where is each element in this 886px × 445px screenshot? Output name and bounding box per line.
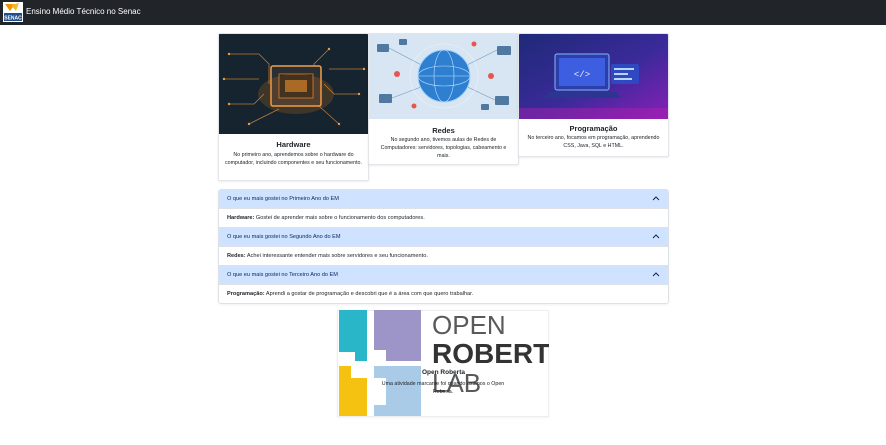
card-hardware: Hardware No primeiro ano, aprendemos sob… <box>218 33 369 181</box>
svg-text:</>: </> <box>574 70 590 80</box>
svg-text:ROBERT: ROBERT <box>432 338 549 369</box>
accordion-header-terceiro-ano[interactable]: O que eu mais gostei no Terceiro Ano do … <box>219 266 668 284</box>
accordion-body: Programação: Aprendi a gostar de program… <box>219 284 668 303</box>
accordion-body: Hardware: Gostei de aprender mais sobre … <box>219 208 668 228</box>
circuit-board-image <box>219 34 368 134</box>
card-text: No terceiro ano, focamos em programação,… <box>527 135 660 150</box>
accordion-body-strong: Redes: <box>227 253 246 259</box>
card-programacao: </> Programação No terceiro ano, focamos… <box>518 33 669 157</box>
svg-text:OPEN: OPEN <box>432 310 506 340</box>
accordion-body-strong: Programação: <box>227 291 265 297</box>
senac-logo[interactable]: SENAC <box>3 2 23 22</box>
network-globe-image <box>369 34 518 119</box>
card-text: No segundo ano, tivemos aulas de Redes d… <box>380 137 507 160</box>
navbar-brand[interactable]: Ensino Médio Técnico no Senac <box>26 7 141 17</box>
card-title: Programação <box>569 124 618 133</box>
navbar: SENAC Ensino Médio Técnico no Senac <box>0 0 886 25</box>
accordion-header-label: O que eu mais gostei no Terceiro Ano do … <box>227 272 338 278</box>
card-text: No primeiro ano, aprendemos sobre o hard… <box>225 152 362 167</box>
accordion-header-segundo-ano[interactable]: O que eu mais gostei no Segundo Ano do E… <box>219 228 668 246</box>
open-roberta-text: Uma atividade marcante foi quando usamos… <box>381 381 505 395</box>
accordion-body-strong: Hardware: <box>227 215 255 221</box>
accordion-header-label: O que eu mais gostei no Primeiro Ano do … <box>227 196 339 202</box>
accordion-body-text: Achei interessante entender mais sobre s… <box>245 253 428 259</box>
open-roberta-lab-logo: OPEN ROBERT LAB <box>339 310 549 416</box>
accordion: O que eu mais gostei no Primeiro Ano do … <box>218 189 669 304</box>
chevron-up-icon <box>652 234 660 239</box>
card-title: Hardware <box>276 140 311 149</box>
chevron-up-icon <box>652 196 660 201</box>
accordion-body-text: Gostei de aprender mais sobre o funciona… <box>254 215 425 221</box>
accordion-body: Redes: Achei interessante entender mais … <box>219 246 668 266</box>
svg-text:SENAC: SENAC <box>4 15 22 21</box>
laptop-code-image: </> <box>519 34 668 119</box>
chevron-up-icon <box>652 272 660 277</box>
accordion-header-label: O que eu mais gostei no Segundo Ano do E… <box>227 234 341 240</box>
accordion-header-primeiro-ano[interactable]: O que eu mais gostei no Primeiro Ano do … <box>219 190 668 208</box>
card-title: Redes <box>432 126 455 135</box>
open-roberta-title: Open Roberta <box>422 369 465 376</box>
card-redes: Redes No segundo ano, tivemos aulas de R… <box>368 33 519 165</box>
accordion-body-text: Aprendi a gostar de programação e descob… <box>264 291 474 297</box>
